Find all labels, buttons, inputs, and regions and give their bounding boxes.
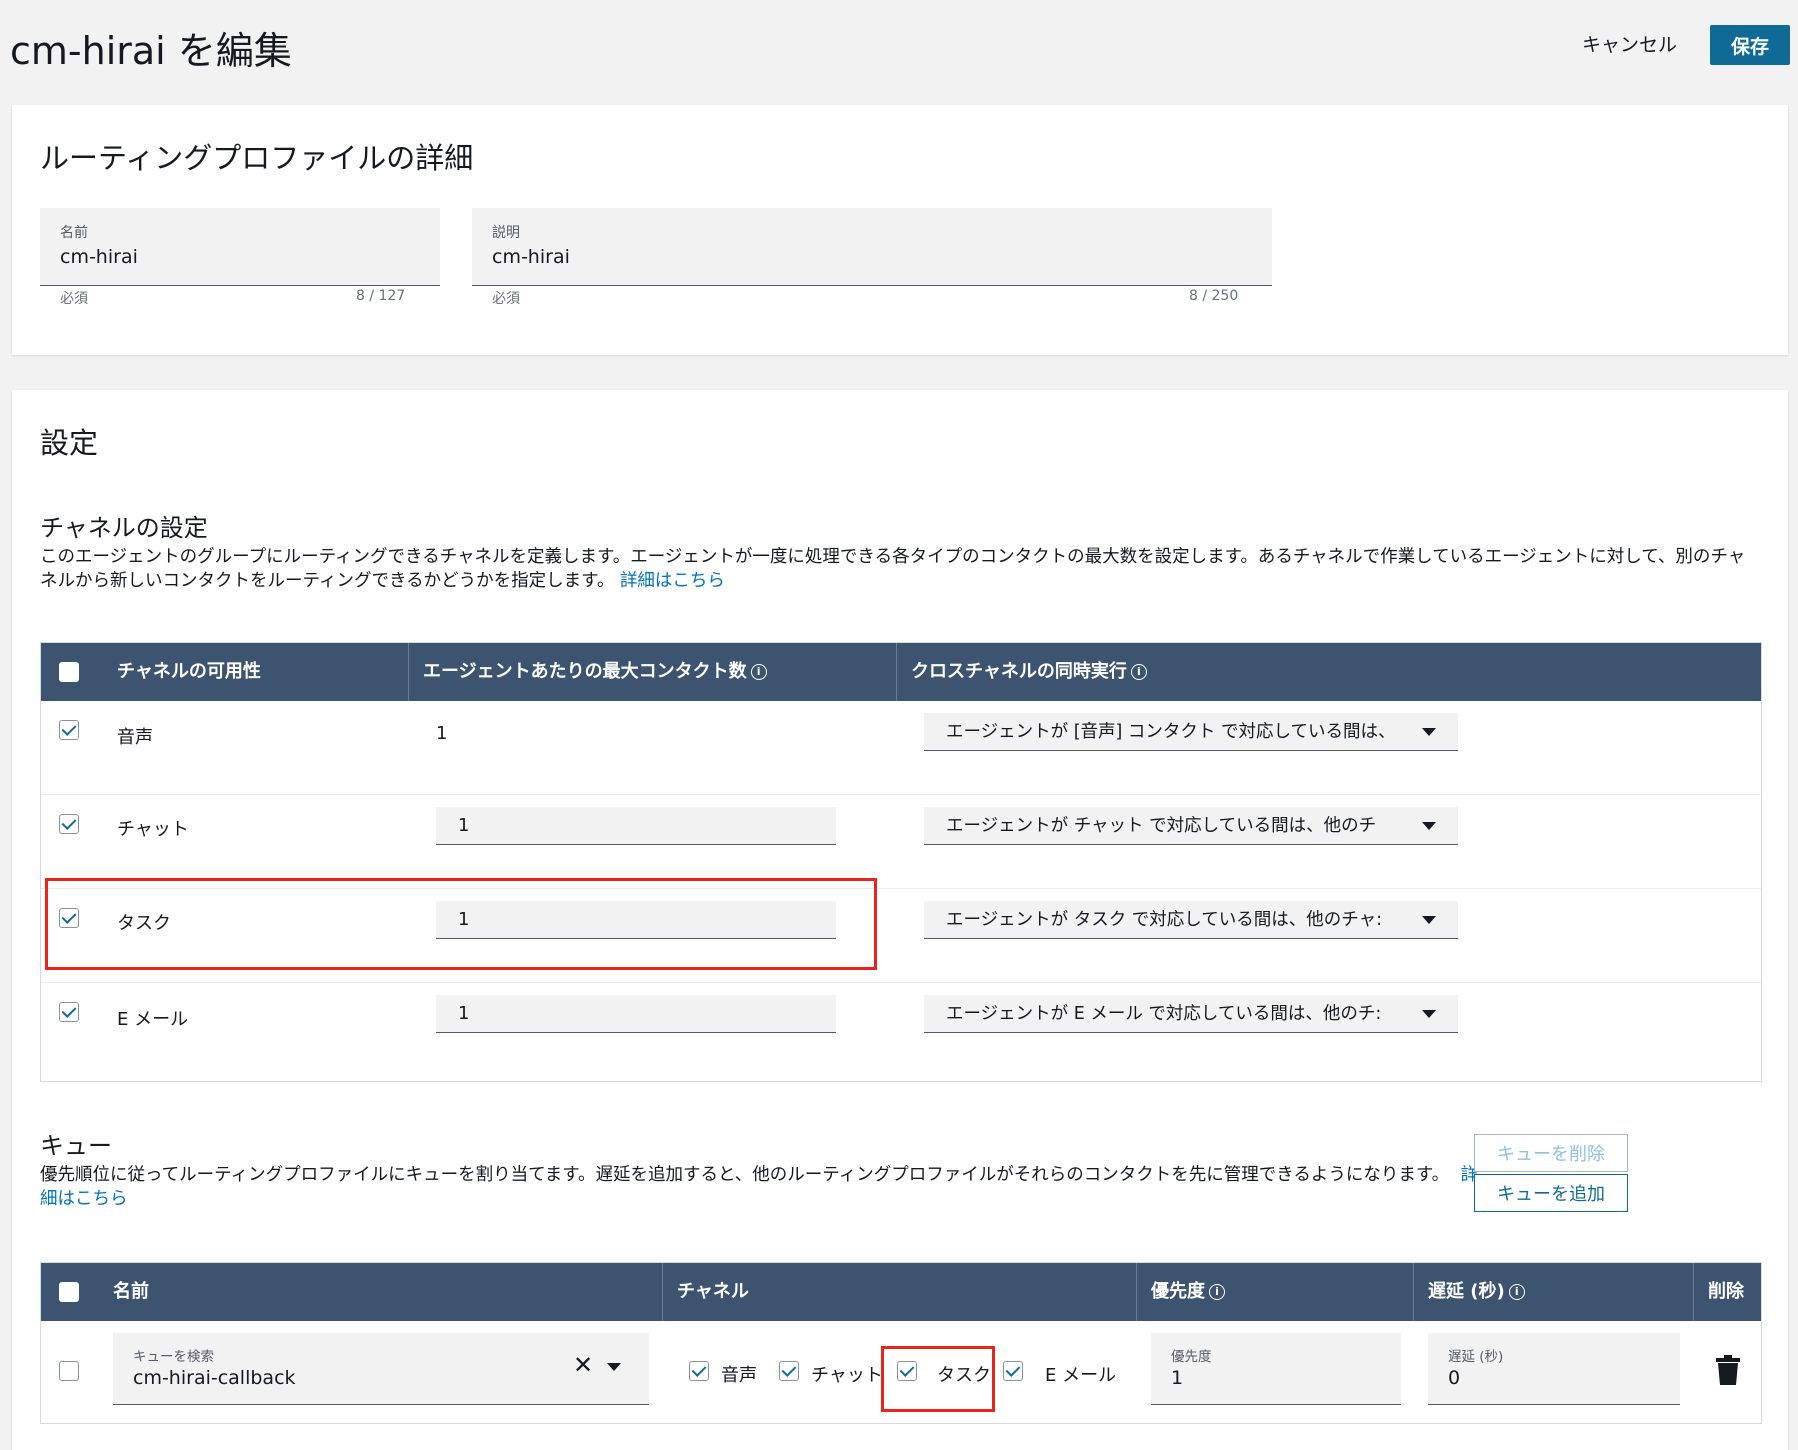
- channel-chat-concurrency-select[interactable]: エージェントが チャット で対応している間は、他のチ: [924, 807, 1458, 845]
- channel-email-label: E メール: [117, 1009, 189, 1030]
- channel-email-checkbox[interactable]: [59, 1002, 79, 1022]
- clear-icon[interactable]: ✕: [573, 1351, 593, 1379]
- info-icon[interactable]: i: [1508, 1284, 1525, 1300]
- queue-search-select[interactable]: キューを検索 cm-hirai-callback ✕: [113, 1333, 649, 1405]
- column-queue-delay: 遅延 (秒) i: [1414, 1263, 1694, 1321]
- highlight-box-task-row: [45, 878, 877, 970]
- channel-email-concurrency-select[interactable]: エージェントが E メール で対応している間は、他のチ:: [924, 995, 1458, 1033]
- name-label: 名前: [60, 225, 88, 241]
- chevron-down-icon: [1422, 1010, 1436, 1018]
- channel-row-voice: 音声 1 エージェントが [音声] コンタクト で対応している間は、: [41, 701, 1761, 795]
- select-all-queues-checkbox[interactable]: [59, 1282, 79, 1302]
- channel-table: チャネルの可用性 エージェントあたりの最大コンタクト数 i クロスチャネルの同時実…: [40, 642, 1762, 1082]
- details-panel: ルーティングプロファイルの詳細 名前 cm-hirai 必須 8 / 127 説…: [12, 105, 1788, 355]
- name-field[interactable]: 名前 cm-hirai: [40, 208, 440, 286]
- channel-section-description: このエージェントのグループにルーティングできるチャネルを定義します。エージェント…: [40, 545, 1760, 593]
- save-button[interactable]: 保存: [1710, 25, 1790, 65]
- delay-value[interactable]: 0: [1448, 1367, 1460, 1389]
- description-field[interactable]: 説明 cm-hirai: [472, 208, 1272, 286]
- channel-task-concurrency-select[interactable]: エージェントが タスク で対応している間は、他のチャ:: [924, 901, 1458, 939]
- delay-label: 遅延 (秒): [1448, 1349, 1504, 1365]
- name-counter: 8 / 127: [356, 288, 406, 304]
- priority-label: 優先度: [1171, 1349, 1212, 1365]
- queue-description-text: 優先順位に従ってルーティングプロファイルにキューを割り当てます。遅延を追加すると…: [40, 1165, 1450, 1185]
- trash-icon[interactable]: [1715, 1355, 1741, 1385]
- chevron-down-icon: [1422, 822, 1436, 830]
- channel-voice-checkbox[interactable]: [59, 720, 79, 740]
- queue-row-checkbox[interactable]: [59, 1361, 79, 1381]
- channel-voice-max-contacts: 1: [436, 723, 448, 744]
- highlight-box-queue-task: [881, 1346, 995, 1412]
- description-hint: 必須: [492, 291, 520, 307]
- channel-chat-max-contacts-input[interactable]: 1: [436, 807, 836, 845]
- queue-channel-email-checkbox[interactable]: [1003, 1361, 1023, 1381]
- cancel-button[interactable]: キャンセル: [1582, 30, 1677, 57]
- channel-voice-concurrency-select[interactable]: エージェントが [音声] コンタクト で対応している間は、: [924, 713, 1458, 751]
- chevron-down-icon: [1422, 728, 1436, 736]
- delay-input[interactable]: 遅延 (秒) 0: [1428, 1333, 1680, 1405]
- column-channel-availability: チャネルの可用性: [103, 643, 409, 701]
- channel-email-max-contacts-input[interactable]: 1: [436, 995, 836, 1033]
- channel-learn-more-link[interactable]: 詳細はこちら: [620, 571, 725, 591]
- channel-row-email: E メール 1 エージェントが E メール で対応している間は、他のチ:: [41, 983, 1761, 1077]
- queue-channel-chat-checkbox[interactable]: [779, 1361, 799, 1381]
- description-label: 説明: [492, 225, 520, 241]
- priority-input[interactable]: 優先度 1: [1151, 1333, 1401, 1405]
- column-max-contacts: エージェントあたりの最大コンタクト数 i: [409, 643, 897, 701]
- column-queue-name: 名前: [99, 1263, 663, 1321]
- description-value[interactable]: cm-hirai: [492, 246, 570, 268]
- queue-search-label: キューを検索: [133, 1349, 214, 1365]
- channel-voice-label: 音声: [117, 727, 153, 748]
- chevron-down-icon[interactable]: [607, 1363, 621, 1371]
- queue-table-header: 名前 チャネル 優先度 i 遅延 (秒) i 削除: [41, 1263, 1761, 1321]
- column-cross-channel: クロスチャネルの同時実行 i: [897, 643, 1761, 701]
- priority-value[interactable]: 1: [1171, 1367, 1183, 1389]
- queue-section-title: キュー: [40, 1132, 112, 1160]
- settings-title: 設定: [40, 426, 99, 460]
- info-icon[interactable]: i: [750, 664, 767, 680]
- name-hint: 必須: [60, 291, 88, 307]
- remove-queue-button[interactable]: キューを削除: [1474, 1134, 1628, 1172]
- channel-chat-checkbox[interactable]: [59, 814, 79, 834]
- page-title: cm-hirai を編集: [10, 29, 292, 73]
- column-queue-delete: 削除: [1708, 1281, 1744, 1302]
- channel-chat-label: チャット: [117, 819, 189, 840]
- column-queue-channel: チャネル: [663, 1263, 1137, 1321]
- info-icon[interactable]: i: [1130, 664, 1147, 680]
- channel-description-text: このエージェントのグループにルーティングできるチャネルを定義します。エージェント…: [40, 547, 1746, 591]
- details-title: ルーティングプロファイルの詳細: [40, 141, 474, 175]
- select-all-channels-checkbox[interactable]: [59, 662, 79, 682]
- queue-channel-voice-checkbox[interactable]: [689, 1361, 709, 1381]
- name-value[interactable]: cm-hirai: [60, 246, 138, 268]
- queue-search-value[interactable]: cm-hirai-callback: [133, 1367, 296, 1389]
- chevron-down-icon: [1422, 916, 1436, 924]
- description-counter: 8 / 250: [1189, 288, 1239, 304]
- channel-section-title: チャネルの設定: [40, 514, 208, 542]
- settings-panel: 設定 チャネルの設定 このエージェントのグループにルーティングできるチャネルを定…: [12, 390, 1788, 1450]
- channel-table-header: チャネルの可用性 エージェントあたりの最大コンタクト数 i クロスチャネルの同時実…: [41, 643, 1761, 701]
- queue-channel-voice-label: 音声: [721, 1365, 757, 1386]
- add-queue-button[interactable]: キューを追加: [1474, 1174, 1628, 1212]
- info-icon[interactable]: i: [1209, 1284, 1225, 1300]
- channel-row-chat: チャット 1 エージェントが チャット で対応している間は、他のチ: [41, 795, 1761, 889]
- queue-section-description: 優先順位に従ってルーティングプロファイルにキューを割り当てます。遅延を追加すると…: [40, 1163, 1480, 1211]
- queue-channel-chat-label: チャット: [811, 1365, 883, 1386]
- queue-channel-email-label: E メール: [1045, 1365, 1117, 1386]
- column-queue-priority: 優先度 i: [1137, 1263, 1414, 1321]
